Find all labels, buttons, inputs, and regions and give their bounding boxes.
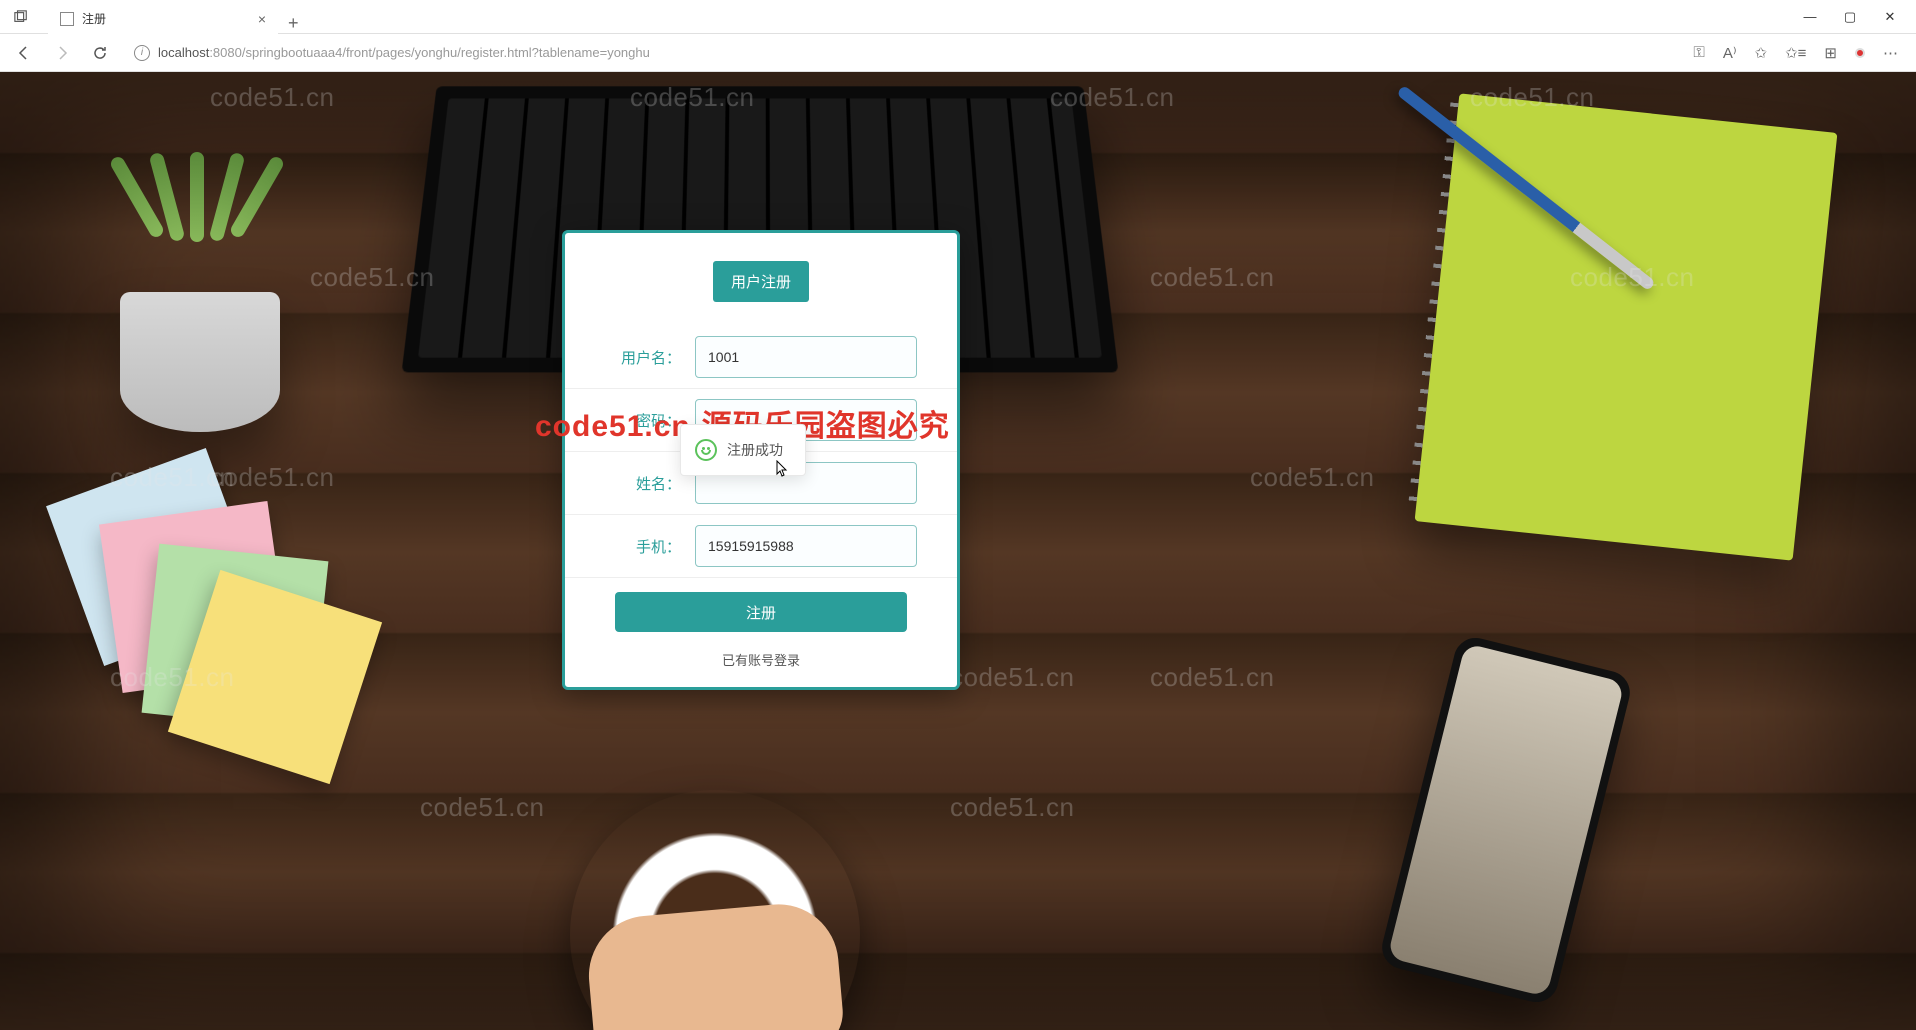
nav-forward-button[interactable] [48, 39, 76, 67]
collections-icon[interactable]: ⊞ [1824, 44, 1837, 62]
browser-titlebar: 注册 × + — ▢ ✕ [0, 0, 1916, 34]
background-sticky-notes [70, 472, 330, 772]
window-maximize-button[interactable]: ▢ [1842, 9, 1858, 25]
username-label: 用户名： [565, 347, 695, 368]
register-button[interactable]: 注册 [615, 592, 907, 632]
favorites-bar-icon[interactable]: ✩≡ [1785, 44, 1806, 62]
card-title: 用户注册 [713, 261, 809, 302]
new-tab-button[interactable]: + [278, 13, 309, 34]
key-icon[interactable]: ⚿ [1693, 44, 1704, 61]
username-input[interactable] [695, 336, 917, 378]
success-smile-icon [695, 439, 717, 461]
tab-close-icon[interactable]: × [258, 11, 266, 27]
background-notebook [1415, 93, 1838, 560]
menu-icon[interactable]: ⋯ [1883, 44, 1898, 62]
browser-tab[interactable]: 注册 × [48, 4, 278, 34]
form-row-username: 用户名： [565, 326, 957, 389]
url-host: localhost [158, 45, 209, 60]
background-plant [90, 132, 310, 432]
tab-title: 注册 [82, 10, 250, 27]
mouse-cursor-icon [772, 460, 788, 485]
phone-input[interactable] [695, 525, 917, 567]
phone-label: 手机： [565, 536, 695, 557]
window-icon [10, 6, 32, 28]
read-aloud-icon[interactable]: A⁾ [1723, 44, 1737, 62]
login-link[interactable]: 已有账号登录 [565, 638, 957, 669]
nav-back-button[interactable] [10, 39, 38, 67]
site-info-icon[interactable]: i [134, 45, 150, 61]
password-label: 密码： [565, 410, 695, 431]
toast-message: 注册成功 [727, 440, 783, 460]
window-minimize-button[interactable]: — [1802, 9, 1818, 25]
tab-favicon-icon [60, 12, 74, 26]
browser-toolbar: i localhost:8080/springbootuaaa4/front/p… [0, 34, 1916, 72]
url-path: /springbootuaaa4/front/pages/yonghu/regi… [242, 45, 650, 60]
favorite-icon[interactable]: ✩ [1755, 44, 1768, 62]
name-label: 姓名： [565, 473, 695, 494]
url-port: :8080 [209, 45, 242, 60]
profile-avatar[interactable] [1855, 48, 1865, 58]
nav-refresh-button[interactable] [86, 39, 114, 67]
form-row-phone: 手机： [565, 515, 957, 578]
address-bar[interactable]: i localhost:8080/springbootuaaa4/front/p… [124, 39, 1683, 67]
page-content: code51.cn code51.cn code51.cn code51.cn … [0, 72, 1916, 1030]
window-close-button[interactable]: ✕ [1882, 9, 1898, 25]
